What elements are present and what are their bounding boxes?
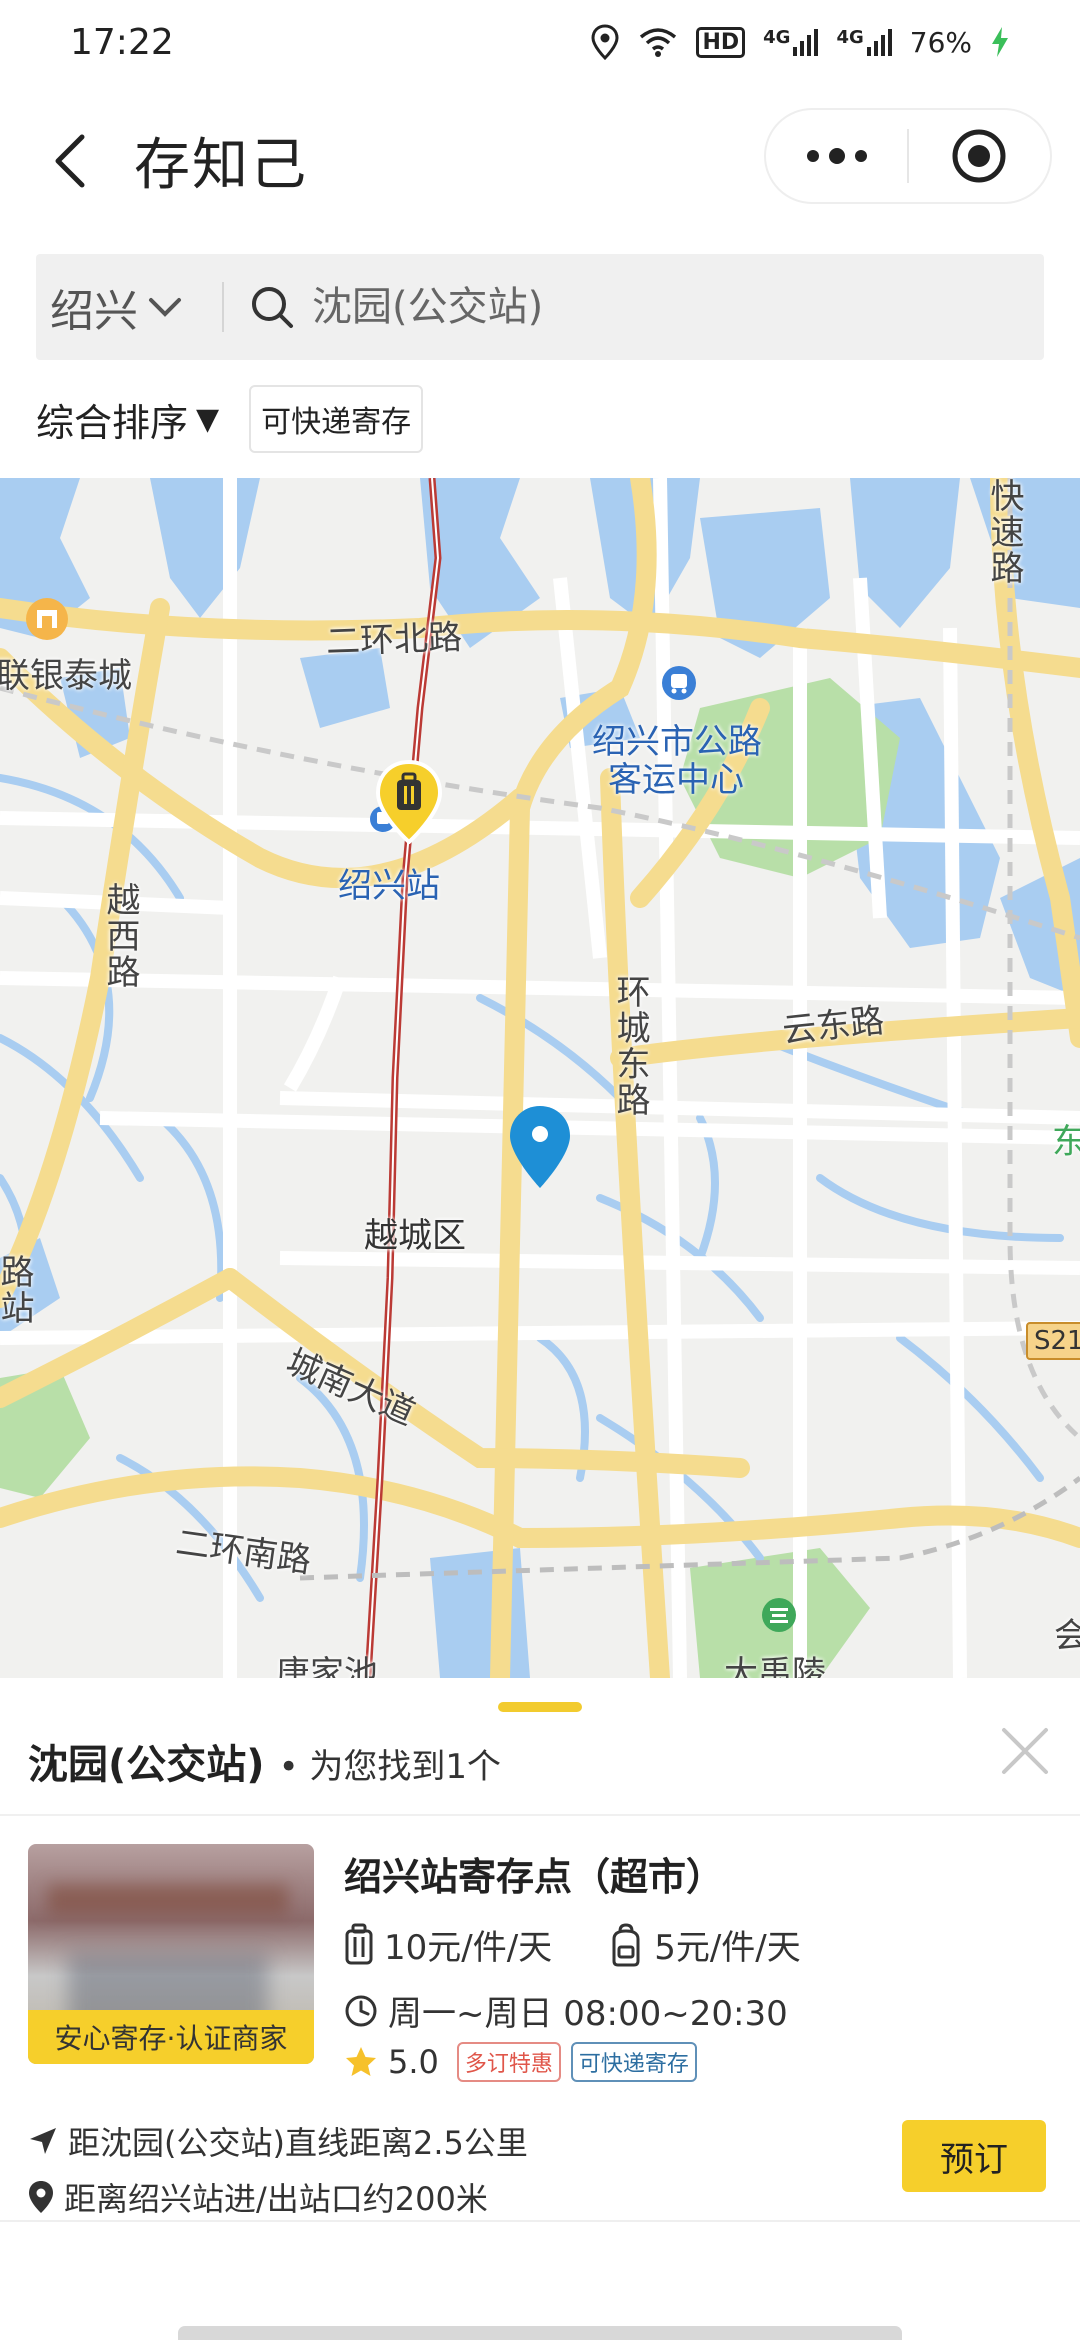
wifi-icon <box>638 26 678 58</box>
suitcase-icon <box>345 1923 373 1964</box>
clock-icon <box>345 1995 377 2026</box>
map-label-huancheng-east: 环城东路 <box>610 974 650 1118</box>
status-bar: 17:22 HD 4G 4G 76% <box>0 0 1080 84</box>
filter-bar: 综合排序 ▼ 可快递寄存 <box>36 385 424 453</box>
mini-program-capsule <box>764 108 1052 204</box>
sort-label: 综合排序 <box>36 400 189 445</box>
map-label-yuecheng: 越城区 <box>364 1216 466 1256</box>
sort-dropdown[interactable]: 综合排序 ▼ <box>36 392 219 447</box>
road-badge-s212: S212 <box>1026 1322 1080 1360</box>
results-count: • 为您找到1个 <box>278 1747 502 1787</box>
map-label-left-edge: 路站 <box>0 1254 34 1326</box>
page-title: 存知己 <box>134 133 308 198</box>
backpack-icon <box>612 1922 640 1966</box>
sheet-divider <box>0 1814 1080 1816</box>
tag-discount: 多订特惠 <box>456 2042 561 2082</box>
map-label-right-bottom-edge: 会 <box>1054 1616 1080 1656</box>
map-label-tangjiachi: 唐家池 <box>276 1654 378 1678</box>
location-pin-icon <box>510 1106 570 1188</box>
tag-express: 可快递寄存 <box>570 2042 697 2082</box>
more-dots-icon <box>806 148 867 164</box>
home-indicator[interactable] <box>178 2326 902 2340</box>
app-header: 存知己 <box>0 100 1080 220</box>
price-bag-text: 5元/件/天 <box>654 1928 801 1968</box>
certified-badge: 安心寄存·认证商家 <box>28 2010 314 2064</box>
filter-chip-express[interactable]: 可快递寄存 <box>249 385 424 453</box>
map-pin-icon <box>29 2181 53 2213</box>
station-distance-text: 距离绍兴站进/出站口约200米 <box>64 2180 488 2218</box>
distance-text: 距沈园(公交站)直线距离2.5公里 <box>68 2124 528 2162</box>
station-distance-row: 距离绍兴站进/出站口约200米 <box>28 2174 488 2220</box>
status-icons: HD 4G 4G 76% <box>590 24 1010 60</box>
results-header: 沈园(公交站) • 为您找到1个 <box>28 1732 501 1790</box>
battery-level: 76% <box>909 25 972 59</box>
close-mini-program-button[interactable] <box>909 110 1050 202</box>
city-select[interactable]: 绍兴 <box>36 254 222 360</box>
map-view[interactable]: 联银泰城 二环北路 绍兴市公路 客运中心 绍兴站 越西路 环城东路 云东路 越城… <box>0 478 1080 1678</box>
close-icon <box>1002 1728 1048 1774</box>
price-luggage: 10元/件/天 <box>344 1920 552 1969</box>
distance-row: 距沈园(公交站)直线距离2.5公里 <box>28 2118 528 2164</box>
map-label-yuexi: 越西路 <box>100 882 140 990</box>
search-divider <box>222 282 224 332</box>
target-icon <box>952 129 1006 183</box>
book-button[interactable]: 预订 <box>902 2120 1046 2192</box>
results-location: 沈园(公交站) <box>28 1742 265 1788</box>
price-row: 10元/件/天 5元/件/天 <box>344 1920 857 1969</box>
search-bar: 绍兴 <box>36 254 1044 360</box>
sheet-bottom-divider <box>0 2220 1080 2222</box>
map-label-yinlian: 联银泰城 <box>0 656 132 696</box>
triangle-down-icon: ▼ <box>196 401 220 437</box>
charging-icon <box>990 26 1010 58</box>
results-sheet: 沈园(公交站) • 为您找到1个 安心寄存·认证商家 绍兴站寄存点（超市） 10… <box>0 1678 1080 2340</box>
shop-name: 绍兴站寄存点（超市） <box>344 1855 725 1899</box>
status-time: 17:22 <box>70 21 174 63</box>
map-label-east-edge: 东 <box>1052 1122 1080 1162</box>
search-input[interactable] <box>312 284 1012 330</box>
rating-value: 5.0 <box>388 2043 439 2081</box>
more-button[interactable] <box>766 110 907 202</box>
back-arrow-icon <box>55 134 85 188</box>
signal-icon-1: 4G <box>763 27 819 57</box>
luggage-marker-icon <box>375 760 443 844</box>
map-canvas <box>0 478 1080 1678</box>
map-label-shaoxing-station: 绍兴站 <box>338 866 440 906</box>
map-label-bus-center-2: 客运中心 <box>608 760 744 800</box>
chevron-down-icon <box>149 298 181 317</box>
map-label-expressway: 快速路 <box>984 478 1024 586</box>
close-sheet-button[interactable] <box>998 1724 1052 1778</box>
star-icon <box>346 2047 376 2076</box>
shop-card[interactable]: 安心寄存·认证商家 绍兴站寄存点（超市） 10元/件/天 5元/件/天 周一~周… <box>0 1838 1080 2218</box>
rating-row: 5.0 多订特惠 可快递寄存 <box>344 2042 697 2082</box>
hours-row: 周一~周日 08:00~20:30 <box>344 1986 788 2035</box>
signal-icon-2: 4G <box>836 27 892 57</box>
hd-icon: HD <box>696 26 746 58</box>
price-bag: 5元/件/天 <box>608 1920 801 1969</box>
back-button[interactable] <box>40 126 100 196</box>
location-icon <box>590 24 620 60</box>
city-label: 绍兴 <box>50 286 138 337</box>
drag-handle[interactable] <box>498 1702 582 1712</box>
map-label-erhuan-north: 二环北路 <box>325 617 463 663</box>
navigation-arrow-icon <box>30 2128 56 2154</box>
map-label-dayuling: 大禹陵 <box>724 1654 826 1678</box>
hours-text: 周一~周日 08:00~20:30 <box>388 1994 788 2034</box>
search-icon <box>250 285 294 329</box>
price-luggage-text: 10元/件/天 <box>384 1928 553 1968</box>
